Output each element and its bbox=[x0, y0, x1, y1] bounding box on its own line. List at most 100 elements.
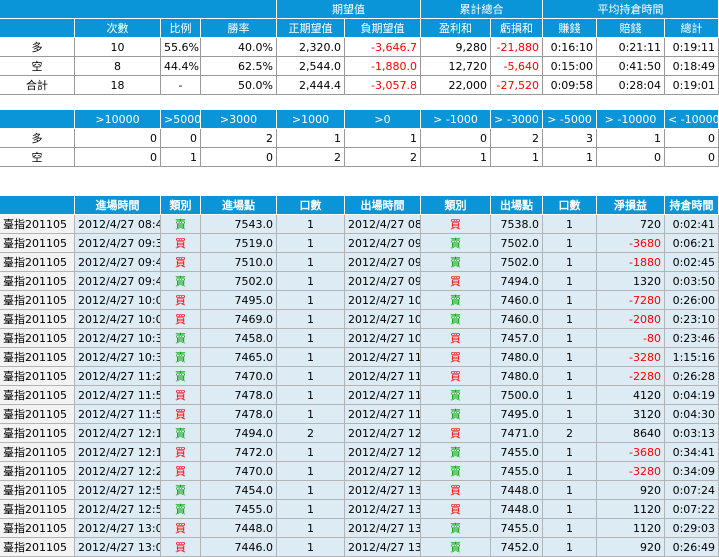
trades-header-cell: 口數 bbox=[277, 196, 345, 215]
summary-cell-loss: -5,640 bbox=[491, 57, 543, 76]
summary-cell-neg_ev: -1,880.0 bbox=[345, 57, 421, 76]
trade-cell-net-pnl: -80 bbox=[597, 329, 665, 348]
summary-cell-t_win: 0:15:00 bbox=[543, 57, 597, 76]
trade-cell-hold-time: 1:15:16 bbox=[665, 348, 719, 367]
distribution-header-row: >10000 >5000 >3000 >1000 >0 > -1000 > -3000 > -… bbox=[0, 110, 719, 129]
trade-cell-net-pnl: -7280 bbox=[597, 291, 665, 310]
summary-cell-pos_ev: 2,544.0 bbox=[277, 57, 345, 76]
summary-cell-ratio: - bbox=[161, 76, 201, 95]
table-row: 臺指201105 2012/4/27 13:06 買 7448.0 1 2012/4/27… bbox=[0, 519, 719, 538]
trade-cell-entry-qty: 1 bbox=[277, 348, 345, 367]
trade-cell-exit-qty: 1 bbox=[543, 329, 597, 348]
trade-cell-exit-time: 2012/4/27 10:28 bbox=[345, 291, 421, 310]
trade-cell-entry-price: 7458.0 bbox=[201, 329, 277, 348]
trade-cell-entry-time: 2012/4/27 09:47 bbox=[75, 272, 161, 291]
summary-header-cell: 賺錢 bbox=[543, 19, 597, 38]
trade-cell-entry-price: 7465.0 bbox=[201, 348, 277, 367]
summary-row-label: 空 bbox=[0, 57, 75, 76]
trade-cell-entry-qty: 1 bbox=[277, 405, 345, 424]
table-row: 臺指201105 2012/4/27 12:58 賣 7455.0 1 2012/4/27… bbox=[0, 500, 719, 519]
trade-cell-exit-time: 2012/4/27 10:54 bbox=[345, 329, 421, 348]
distribution-cell: 2 bbox=[345, 148, 421, 167]
summary-table: 期望值 累計總合 平均持倉時間 次數 比例 勝率 正期望值 負期望值 盈利和 虧損和 賺錢 賠錢… bbox=[0, 0, 719, 95]
summary-cell-loss: -27,520 bbox=[491, 76, 543, 95]
distribution-header-cell: >0 bbox=[345, 110, 421, 129]
distribution-cell: 3 bbox=[543, 129, 597, 148]
trade-cell-symbol: 臺指201105 bbox=[0, 310, 75, 329]
distribution-header-cell: > -10000 bbox=[597, 110, 665, 129]
summary-header-cell: 次數 bbox=[75, 19, 161, 38]
summary-cell-neg_ev: -3,646.7 bbox=[345, 38, 421, 57]
distribution-cell: 0 bbox=[201, 148, 277, 167]
trade-cell-symbol: 臺指201105 bbox=[0, 424, 75, 443]
trade-cell-hold-time: 0:03:13 bbox=[665, 424, 719, 443]
trades-header-cell: 出場時間 bbox=[345, 196, 421, 215]
table-row: 臺指201105 2012/4/27 10:31 賣 7458.0 1 2012/4/27… bbox=[0, 329, 719, 348]
trade-cell-entry-price: 7470.0 bbox=[201, 462, 277, 481]
trade-cell-net-pnl: 1120 bbox=[597, 519, 665, 538]
trade-cell-exit-price: 7494.0 bbox=[491, 272, 543, 291]
summary-header-cell: 比例 bbox=[161, 19, 201, 38]
trades-header-cell: 類別 bbox=[161, 196, 201, 215]
summary-cell-t_lose: 0:28:04 bbox=[597, 76, 665, 95]
trades-header-cell: 持倉時間 bbox=[665, 196, 719, 215]
summary-row-label: 合計 bbox=[0, 76, 75, 95]
trade-cell-symbol: 臺指201105 bbox=[0, 405, 75, 424]
trade-cell-symbol: 臺指201105 bbox=[0, 291, 75, 310]
trade-cell-entry-qty: 1 bbox=[277, 443, 345, 462]
distribution-row: 多0021102310 bbox=[0, 129, 719, 148]
trade-cell-exit-price: 7455.0 bbox=[491, 443, 543, 462]
trade-cell-entry-side: 買 bbox=[161, 310, 201, 329]
trade-cell-exit-qty: 1 bbox=[543, 386, 597, 405]
trade-cell-exit-side: 賣 bbox=[421, 405, 491, 424]
summary-cell-profit: 9,280 bbox=[421, 38, 491, 57]
summary-header-cell: 勝率 bbox=[201, 19, 277, 38]
trade-cell-exit-time: 2012/4/27 09:45 bbox=[345, 234, 421, 253]
trade-cell-exit-qty: 1 bbox=[543, 272, 597, 291]
trade-cell-exit-side: 買 bbox=[421, 348, 491, 367]
trade-cell-entry-qty: 1 bbox=[277, 519, 345, 538]
trades-table: 進場時間 類別 進場點 口數 出場時間 類別 出場點 口數 淨損益 持倉時間 臺指201105 20… bbox=[0, 196, 719, 557]
summary-row-label: 多 bbox=[0, 38, 75, 57]
summary-cell-profit: 22,000 bbox=[421, 76, 491, 95]
trade-cell-net-pnl: -2280 bbox=[597, 367, 665, 386]
trade-cell-entry-time: 2012/4/27 10:36 bbox=[75, 348, 161, 367]
trade-cell-symbol: 臺指201105 bbox=[0, 253, 75, 272]
summary-header-cell bbox=[0, 19, 75, 38]
table-row: 臺指201105 2012/4/27 12:11 賣 7494.0 2 2012/4/27… bbox=[0, 424, 719, 443]
trade-cell-symbol: 臺指201105 bbox=[0, 272, 75, 291]
summary-header-cell: 虧損和 bbox=[491, 19, 543, 38]
summary-cell-ratio: 55.6% bbox=[161, 38, 201, 57]
trade-cell-entry-qty: 1 bbox=[277, 500, 345, 519]
trade-cell-entry-side: 賣 bbox=[161, 500, 201, 519]
summary-cell-count: 10 bbox=[75, 38, 161, 57]
trade-cell-exit-time: 2012/4/27 13:06 bbox=[345, 481, 421, 500]
distribution-header-cell: > -5000 bbox=[543, 110, 597, 129]
table-row: 臺指201105 2012/4/27 10:02 買 7495.0 1 2012/4/27… bbox=[0, 291, 719, 310]
distribution-header-cell: >5000 bbox=[161, 110, 201, 129]
trade-cell-entry-price: 7519.0 bbox=[201, 234, 277, 253]
summary-cell-t_lose: 0:41:50 bbox=[597, 57, 665, 76]
trade-cell-entry-qty: 1 bbox=[277, 253, 345, 272]
trade-cell-entry-side: 賣 bbox=[161, 367, 201, 386]
distribution-header-cell: > -1000 bbox=[421, 110, 491, 129]
trade-cell-exit-time: 2012/4/27 11:51 bbox=[345, 367, 421, 386]
distribution-cell: 0 bbox=[665, 148, 719, 167]
trades-header-cell: 淨損益 bbox=[597, 196, 665, 215]
trade-cell-entry-side: 買 bbox=[161, 253, 201, 272]
trade-cell-entry-qty: 2 bbox=[277, 424, 345, 443]
distribution-header-cell: > -3000 bbox=[491, 110, 543, 129]
trade-cell-exit-price: 7457.0 bbox=[491, 329, 543, 348]
trade-cell-symbol: 臺指201105 bbox=[0, 519, 75, 538]
trade-cell-entry-price: 7495.0 bbox=[201, 291, 277, 310]
trade-cell-exit-side: 賣 bbox=[421, 386, 491, 405]
distribution-header-cell: >1000 bbox=[277, 110, 345, 129]
trade-cell-entry-qty: 1 bbox=[277, 329, 345, 348]
trade-cell-net-pnl: 4120 bbox=[597, 386, 665, 405]
trades-header-cell bbox=[0, 196, 75, 215]
trade-cell-symbol: 臺指201105 bbox=[0, 215, 75, 234]
trade-cell-entry-qty: 1 bbox=[277, 272, 345, 291]
distribution-header-cell: >10000 bbox=[75, 110, 161, 129]
trade-cell-exit-side: 賣 bbox=[421, 291, 491, 310]
trade-cell-exit-price: 7448.0 bbox=[491, 500, 543, 519]
